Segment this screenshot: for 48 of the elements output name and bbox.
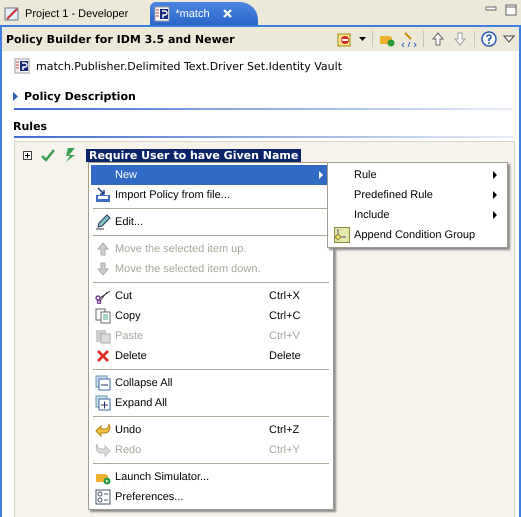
menu-item[interactable]: Predefined Rule: [330, 185, 505, 205]
xml-icon[interactable]: [401, 31, 417, 47]
policy-path: match.Publisher.Delimited Text.Driver Set.Identity Vault: [36, 60, 342, 72]
section-title: Rules: [12, 119, 48, 135]
project-icon: [4, 6, 20, 22]
copy-icon: [95, 308, 111, 324]
menu-item[interactable]: Expand All: [91, 393, 331, 413]
view-menu-icon[interactable]: [503, 35, 515, 43]
redo-icon: [95, 442, 111, 458]
preferences-icon: [95, 489, 111, 505]
editor-title: Policy Builder for IDM 3.5 and Newer: [6, 32, 236, 46]
up-arrow-icon[interactable]: [430, 31, 446, 47]
expand-arrow-icon[interactable]: [13, 92, 18, 101]
rule-label[interactable]: Require User to have Given Name: [86, 148, 302, 162]
help-icon[interactable]: [481, 31, 497, 47]
section-title[interactable]: Policy Description: [24, 90, 136, 103]
pencil-icon: [95, 214, 111, 230]
down-arrow-icon: [95, 261, 111, 277]
condition-group-icon: [334, 227, 350, 243]
dropdown-icon[interactable]: [359, 37, 366, 41]
up-arrow-icon: [95, 241, 111, 257]
expand-icon: [95, 395, 111, 411]
menu-item[interactable]: Collapse All: [91, 373, 331, 393]
collapse-icon: [95, 375, 111, 391]
paste-icon: [95, 328, 111, 344]
rule-icon: [64, 147, 78, 163]
menu-item[interactable]: Append Condition Group: [330, 225, 505, 245]
delete-icon: [95, 348, 111, 364]
menu-item[interactable]: Delete Delete: [91, 346, 331, 366]
menu-item[interactable]: Cut Ctrl+X: [91, 286, 331, 306]
menu-item[interactable]: Edit...: [91, 212, 331, 232]
policy-icon: [154, 6, 170, 22]
menu-item[interactable]: Undo Ctrl+Z: [91, 420, 331, 440]
undo-icon: [95, 422, 111, 438]
scissors-icon: [95, 288, 111, 304]
import-icon: [95, 187, 111, 203]
menu-item[interactable]: Launch Simulator...: [91, 467, 331, 487]
menu-item[interactable]: Preferences...: [91, 487, 331, 507]
down-arrow-icon[interactable]: [452, 31, 468, 47]
menu-item[interactable]: Rule: [330, 165, 505, 185]
menu-item[interactable]: Include: [330, 205, 505, 225]
maximize-icon[interactable]: [505, 4, 517, 16]
editor-tab[interactable]: *match: [150, 2, 258, 25]
policy-icon: [14, 58, 30, 74]
editor-tab[interactable]: Project 1 - Developer: [0, 2, 142, 25]
close-icon[interactable]: [222, 9, 232, 18]
expand-icon[interactable]: [23, 150, 32, 160]
menu-item[interactable]: Copy Ctrl+C: [91, 306, 331, 326]
